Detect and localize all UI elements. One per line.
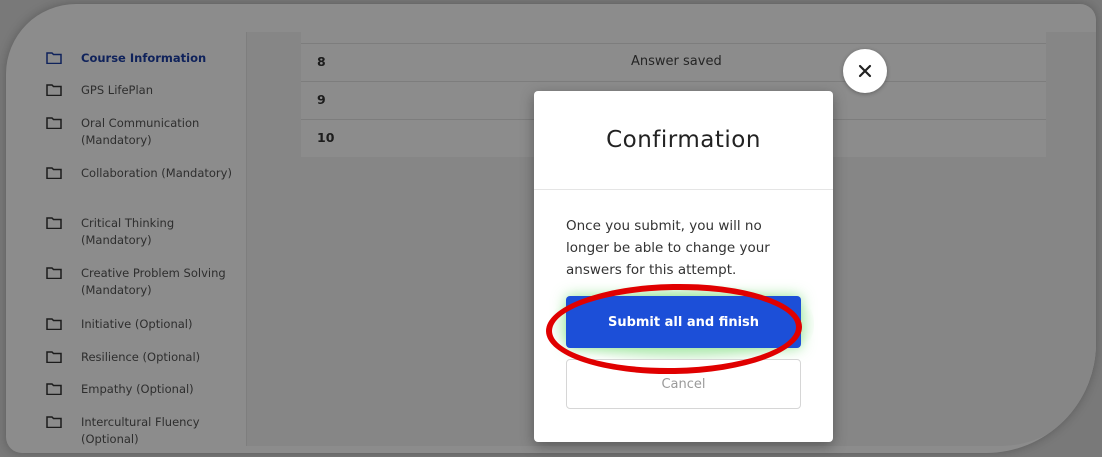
close-modal-button[interactable] — [843, 49, 887, 93]
confirmation-dialog: Confirmation Once you submit, you will n… — [534, 91, 833, 442]
close-icon — [858, 64, 872, 78]
submit-all-and-finish-button[interactable]: Submit all and finish — [566, 296, 801, 348]
dialog-title: Confirmation — [606, 127, 761, 153]
dialog-message: Once you submit, you will no longer be a… — [566, 218, 770, 278]
divider — [534, 189, 833, 190]
cancel-button[interactable]: Cancel — [566, 359, 801, 409]
